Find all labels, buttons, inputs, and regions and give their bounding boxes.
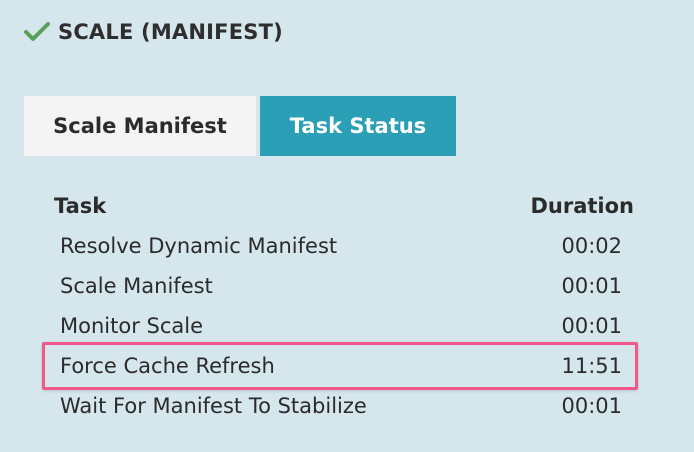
stage-header: SCALE (MANIFEST) bbox=[24, 14, 283, 50]
task-name: Wait For Manifest To Stabilize bbox=[60, 394, 367, 418]
table-row: Wait For Manifest To Stabilize 00:01 bbox=[54, 386, 634, 426]
check-icon bbox=[24, 21, 50, 43]
task-duration: 00:01 bbox=[561, 394, 622, 418]
task-name: Resolve Dynamic Manifest bbox=[60, 234, 338, 258]
stage-title: SCALE (MANIFEST) bbox=[58, 20, 283, 44]
task-duration: 00:01 bbox=[561, 274, 622, 298]
column-header-task: Task bbox=[54, 194, 107, 218]
table-row: Resolve Dynamic Manifest 00:02 bbox=[54, 226, 634, 266]
task-duration: 11:51 bbox=[561, 354, 622, 378]
tab-scale-manifest[interactable]: Scale Manifest bbox=[24, 96, 256, 156]
table-header: Task Duration bbox=[54, 186, 634, 226]
task-name: Force Cache Refresh bbox=[60, 354, 275, 378]
column-header-duration: Duration bbox=[530, 194, 634, 218]
task-name: Monitor Scale bbox=[60, 314, 204, 338]
table-row: Monitor Scale 00:01 bbox=[54, 306, 634, 346]
task-table: Task Duration Resolve Dynamic Manifest 0… bbox=[54, 186, 634, 426]
table-row-highlighted: Force Cache Refresh 11:51 bbox=[54, 346, 634, 386]
task-name: Scale Manifest bbox=[60, 274, 213, 298]
tab-bar: Scale Manifest Task Status bbox=[24, 96, 456, 156]
task-duration: 00:01 bbox=[561, 314, 622, 338]
table-row: Scale Manifest 00:01 bbox=[54, 266, 634, 306]
tab-task-status[interactable]: Task Status bbox=[260, 96, 456, 156]
task-duration: 00:02 bbox=[561, 234, 622, 258]
